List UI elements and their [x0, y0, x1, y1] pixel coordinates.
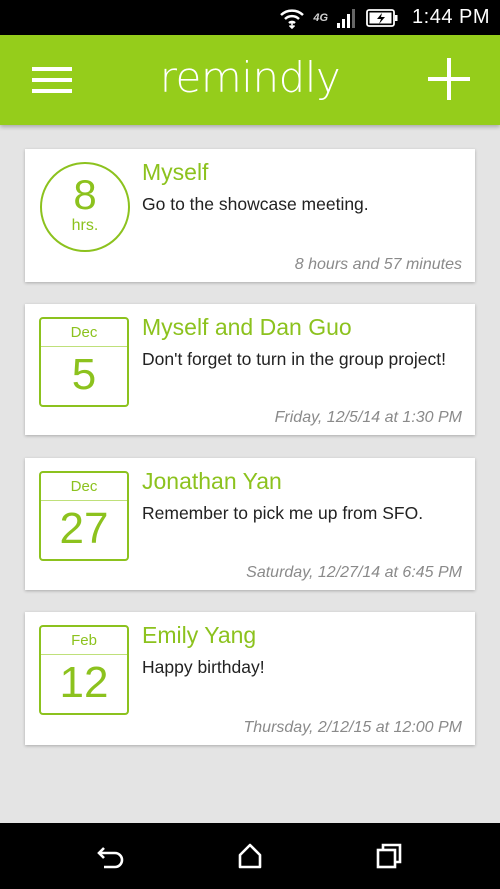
signal-icon — [336, 7, 358, 29]
reminder-time: 8 hours and 57 minutes — [294, 256, 462, 273]
calendar-day: 5 — [71, 350, 97, 399]
reminder-message: Remember to pick me up from SFO. — [142, 503, 424, 523]
reminder-card[interactable]: Dec 27 Jonathan Yan Remember to pick me … — [25, 458, 475, 590]
reminder-time: Friday, 12/5/14 at 1:30 PM — [274, 409, 462, 426]
countdown-value: 8 — [73, 171, 97, 218]
navigation-bar — [0, 823, 500, 889]
calendar-badge: Dec 5 — [39, 317, 129, 407]
network-type-label: 4G — [313, 11, 329, 24]
reminder-card[interactable]: Dec 5 Myself and Dan Guo Don't forget to… — [25, 304, 475, 435]
calendar-month: Feb — [41, 627, 127, 655]
status-time: 1:44 PM — [412, 6, 490, 28]
recent-apps-icon[interactable] — [372, 839, 406, 873]
reminder-message: Go to the showcase meeting. — [142, 194, 369, 214]
calendar-badge: Dec 27 — [39, 471, 129, 561]
reminder-recipient: Emily Yang — [142, 622, 257, 648]
back-icon[interactable] — [95, 839, 129, 873]
status-bar: 4G 1:44 PM — [0, 0, 500, 35]
reminder-card[interactable]: Feb 12 Emily Yang Happy birthday! Thursd… — [25, 612, 475, 745]
app-title: remindly — [159, 53, 341, 102]
status-icons: 4G 1:44 PM — [279, 0, 490, 35]
reminder-recipient: Myself and Dan Guo — [142, 314, 352, 340]
reminder-card[interactable]: 8 hrs. Myself Go to the showcase meeting… — [25, 149, 475, 282]
countdown-unit: hrs. — [71, 217, 99, 234]
countdown-badge: 8 hrs. — [40, 162, 130, 252]
calendar-month: Dec — [41, 473, 127, 501]
battery-charging-icon — [366, 8, 398, 27]
reminder-recipient: Myself — [142, 159, 209, 185]
reminder-message: Happy birthday! — [142, 657, 265, 677]
calendar-day: 12 — [59, 658, 109, 707]
calendar-month: Dec — [41, 319, 127, 347]
home-icon[interactable] — [233, 839, 267, 873]
reminder-recipient: Jonathan Yan — [142, 468, 282, 494]
calendar-badge: Feb 12 — [39, 625, 129, 715]
plus-icon[interactable] — [428, 58, 470, 100]
calendar-day: 27 — [59, 504, 109, 553]
wifi-icon — [279, 7, 305, 29]
app-bar: remindly — [0, 35, 500, 125]
reminder-message: Don't forget to turn in the group projec… — [142, 349, 446, 369]
reminder-time: Saturday, 12/27/14 at 6:45 PM — [246, 564, 462, 581]
reminder-time: Thursday, 2/12/15 at 12:00 PM — [243, 719, 463, 736]
